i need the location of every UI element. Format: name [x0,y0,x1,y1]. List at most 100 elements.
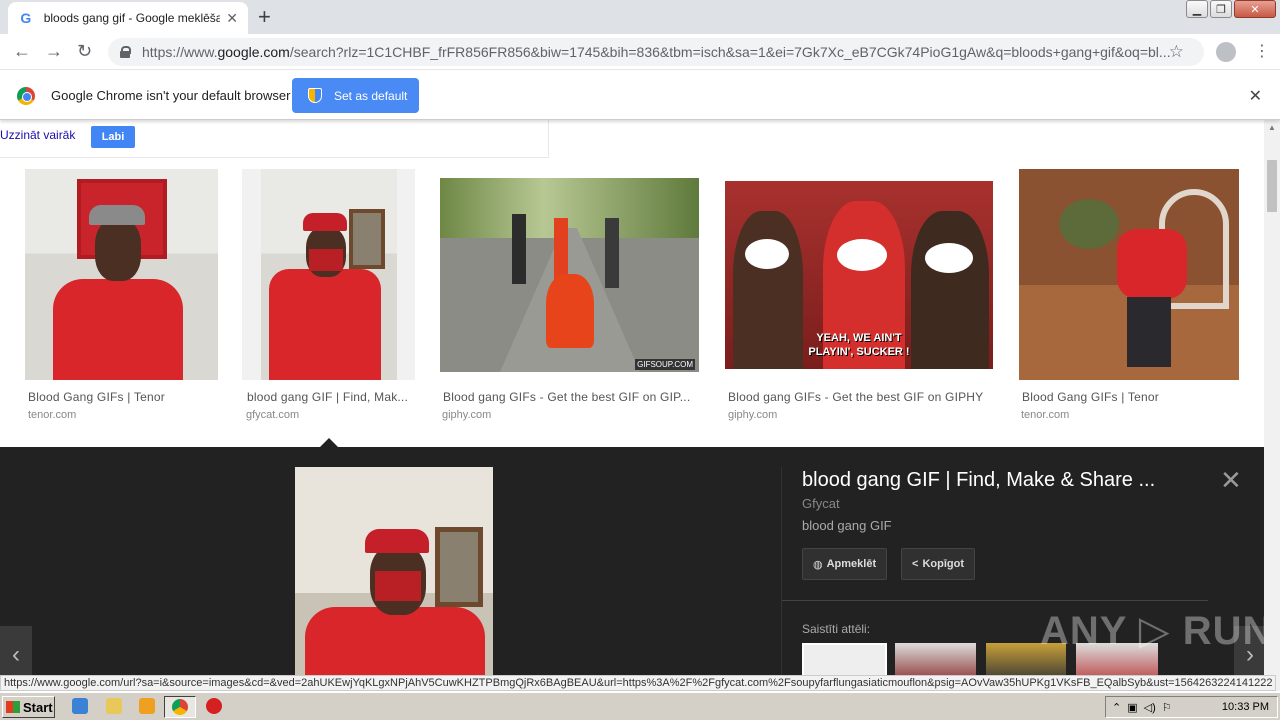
window-controls: ▁ ❐ ✕ [1186,0,1276,18]
preview-image[interactable] [295,467,493,675]
person-figure [305,607,485,675]
cap [365,529,429,553]
preview-description: blood gang GIF [802,518,892,533]
result-title[interactable]: Blood Gang GIFs | Tenor [28,390,218,404]
infobar-message: Google Chrome isn't your default browser [51,88,291,103]
reload-icon[interactable]: ↻ [77,42,92,60]
lock-icon [120,46,131,58]
result-image[interactable] [25,169,218,380]
result-image[interactable] [261,169,397,380]
person-legs [1127,297,1171,367]
stop-icon[interactable] [206,698,222,714]
system-tray: ⌃ ▣ ◁) ⚐ 10:33 PM [1105,696,1278,718]
start-label: Start [23,699,53,715]
chrome-icon [172,699,188,715]
bandana [375,571,421,601]
restore-button[interactable]: ❐ [1210,0,1232,18]
infobar-close-icon[interactable]: ✕ [1249,86,1262,106]
cartoon-eyes [745,239,789,269]
forward-icon[interactable]: → [45,42,63,60]
result-image[interactable]: YEAH, WE AIN'T PLAYIN', SUCKER ! [725,181,993,369]
result-source: giphy.com [728,409,778,421]
cartoon-subtitle: YEAH, WE AIN'T PLAYIN', SUCKER ! [725,331,993,369]
tab-close-icon[interactable]: ✕ [226,10,238,27]
cap [89,205,145,225]
browser-tab[interactable]: G bloods gang gif - Google meklēšana ✕ [8,2,248,34]
person-figure [1117,229,1187,299]
search-results-page: Uzzināt vairāk Labi Blood Gang GIFs | Te… [0,120,1264,675]
share-label: Kopīgot [922,558,964,570]
folder-icon[interactable] [106,698,122,714]
related-images-label: Saistīti attēli: [802,622,871,636]
cartoon-eyes [925,243,973,273]
result-source: tenor.com [28,409,77,421]
network-icon[interactable]: ▣ [1127,701,1137,714]
minimize-button[interactable]: ▁ [1186,0,1208,18]
scroll-thumb[interactable] [1267,160,1277,212]
person-head [95,219,141,281]
browser-toolbar: ← → ↻ https://www.google.com/search?rlz=… [0,34,1280,70]
result-image[interactable]: GIFSOUP.COM [440,178,699,372]
menu-icon[interactable]: ⋮ [1254,41,1270,61]
person-figure [512,214,526,284]
result-image[interactable] [1019,169,1239,380]
visit-label: Apmeklēt [826,558,877,570]
cookie-notice [0,120,549,158]
person-figure [546,274,594,348]
preview-title[interactable]: blood gang GIF | Find, Make & Share ... [802,469,1155,492]
clock[interactable]: 10:33 PM [1222,701,1269,713]
chrome-taskbar-button[interactable] [164,696,196,718]
person-figure [605,218,619,288]
related-divider [782,600,1208,601]
status-bar-url: https://www.google.com/url?sa=i&source=i… [0,675,1277,691]
learn-more-link[interactable]: Uzzināt vairāk [0,128,75,142]
url-text[interactable]: https://www.google.com/search?rlz=1C1CHB… [142,44,1172,60]
address-bar[interactable]: https://www.google.com/search?rlz=1C1CHB… [108,38,1204,66]
result-source: gfycat.com [246,409,300,421]
share-button[interactable]: < Kopīgot [901,548,975,580]
panel-divider [781,467,782,675]
result-title[interactable]: Blood Gang GIFs | Tenor [1022,390,1237,404]
wall-frame [435,527,483,607]
globe-icon: ◍ [813,558,823,571]
back-icon[interactable]: ← [13,42,31,60]
result-title[interactable]: Blood gang GIFs - Get the best GIF on GI… [728,390,993,404]
window-close-button[interactable]: ✕ [1234,0,1276,18]
scroll-up-icon[interactable]: ▲ [1268,123,1276,132]
windows-taskbar: Start ⌃ ▣ ◁) ⚐ 10:33 PM [0,692,1280,720]
subtitle-line: PLAYIN', SUCKER ! [808,346,910,358]
profile-avatar[interactable] [1216,42,1236,62]
result-title[interactable]: Blood gang GIFs - Get the best GIF on GI… [443,390,698,404]
gifsoup-watermark: GIFSOUP.COM [635,359,695,370]
cartoon-eyes [837,239,887,271]
anyrun-watermark: ANY ▷ RUN [1040,609,1273,653]
preview-source: Gfycat [802,496,840,511]
result-title[interactable]: blood gang GIF | Find, Mak... [247,390,412,404]
volume-icon[interactable]: ◁) [1144,701,1156,714]
cap [303,213,347,231]
related-thumbnail[interactable] [895,643,976,675]
visit-button[interactable]: ◍ Apmeklēt [802,548,888,580]
google-favicon-icon: G [20,10,32,26]
preview-close-icon[interactable]: ✕ [1220,465,1242,496]
result-source: tenor.com [1021,409,1070,421]
action-center-flag-icon[interactable]: ⚐ [1162,701,1172,714]
previous-arrow-icon[interactable]: ‹ [0,626,32,675]
bookmark-star-icon[interactable]: ☆ [1169,42,1184,62]
chrome-logo-icon [17,87,35,105]
tab-strip: G bloods gang gif - Google meklēšana ✕ +… [0,0,1280,34]
set-as-default-button[interactable]: Set as default [292,78,419,113]
wall-frame [349,209,385,269]
tray-arrow-icon[interactable]: ⌃ [1112,701,1121,714]
shield-icon [308,88,322,103]
start-button[interactable]: Start [2,696,55,718]
person-figure [269,269,381,380]
page-scrollbar[interactable]: ▲ ▼ [1264,120,1280,691]
tab-title: bloods gang gif - Google meklēšana [43,11,221,25]
media-player-icon[interactable] [139,698,155,714]
result-source: giphy.com [442,409,492,421]
new-tab-button[interactable]: + [258,6,271,28]
related-thumbnail[interactable] [802,643,887,675]
ie-icon[interactable] [72,698,88,714]
ok-button[interactable]: Labi [91,126,135,148]
